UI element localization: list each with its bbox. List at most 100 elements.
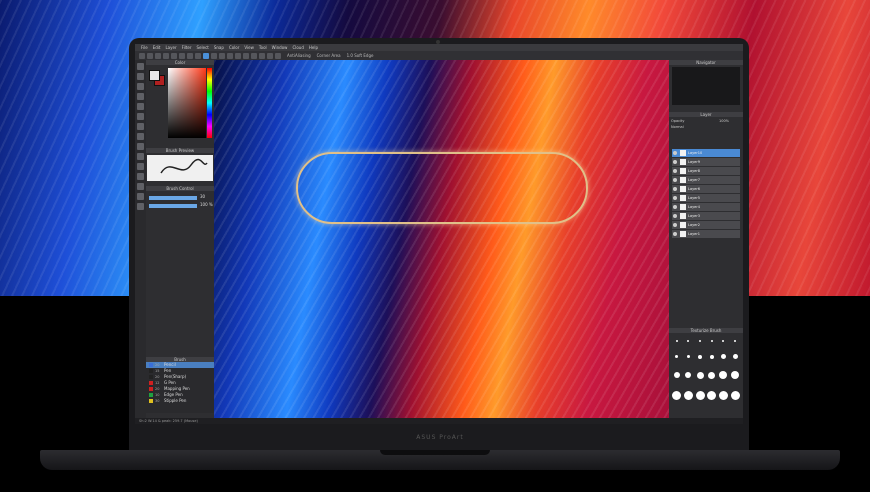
layer-row[interactable]: Layer2: [672, 221, 740, 229]
lasso-tool-icon[interactable]: [137, 73, 144, 80]
brush-tip-icon[interactable]: [734, 340, 737, 342]
brush-tip-icon[interactable]: [675, 340, 678, 342]
brush-tip-icon[interactable]: [675, 355, 679, 358]
eye-icon[interactable]: [673, 151, 677, 155]
hand-tool-icon[interactable]: [137, 203, 144, 210]
open-icon[interactable]: [147, 52, 153, 59]
menu-filter[interactable]: Filter: [182, 44, 192, 51]
eye-icon[interactable]: [673, 196, 677, 200]
brush-tip-icon[interactable]: [732, 354, 738, 359]
hue-slider[interactable]: [207, 68, 212, 138]
drawing-canvas[interactable]: [214, 60, 669, 418]
brush-tip-icon[interactable]: [707, 391, 717, 400]
menu-cloud[interactable]: Cloud: [292, 44, 303, 51]
select-tool-icon[interactable]: [137, 63, 144, 70]
layer-row[interactable]: Layer1: [672, 230, 740, 238]
shape-tool-icon[interactable]: [137, 173, 144, 180]
layer-blend-select[interactable]: Normal: [671, 125, 684, 129]
menu-window[interactable]: Window: [272, 44, 288, 51]
brush-tip-icon[interactable]: [718, 391, 728, 400]
select-eraser-icon[interactable]: [227, 52, 233, 59]
undo-icon[interactable]: [163, 52, 169, 59]
snap-radial-icon[interactable]: [275, 52, 281, 59]
eye-icon[interactable]: [673, 205, 677, 209]
menu-view[interactable]: View: [244, 44, 254, 51]
soft-edge-select[interactable]: 1.0 Soft Edge: [347, 53, 374, 58]
foreground-color-swatch[interactable]: [149, 70, 160, 81]
eye-icon[interactable]: [673, 160, 677, 164]
magic-wand-icon[interactable]: [137, 83, 144, 90]
select-pen-icon[interactable]: [219, 52, 225, 59]
eye-icon[interactable]: [673, 187, 677, 191]
eyedropper-tool-icon[interactable]: [137, 193, 144, 200]
layer-row[interactable]: Layer10: [672, 149, 740, 157]
rotate-tool-icon[interactable]: [137, 123, 144, 130]
menu-snap[interactable]: Snap: [214, 44, 224, 51]
menu-select[interactable]: Select: [197, 44, 209, 51]
brush-opacity-slider[interactable]: [149, 204, 197, 208]
pen-tool-icon[interactable]: [137, 133, 144, 140]
gradient-tool-icon[interactable]: [137, 163, 144, 170]
layer-row[interactable]: Layer6: [672, 185, 740, 193]
eye-icon[interactable]: [673, 223, 677, 227]
redo-icon[interactable]: [171, 52, 177, 59]
brush-tip-icon[interactable]: [687, 340, 690, 342]
corner-area-select[interactable]: Corner Area: [317, 53, 341, 58]
brush-tip-icon[interactable]: [699, 340, 702, 342]
brush-item[interactable]: 30 Stipple Pen: [146, 398, 214, 404]
brush-tip-icon[interactable]: [672, 391, 682, 400]
snap-off-icon[interactable]: [235, 52, 241, 59]
fill-tool-icon[interactable]: [137, 153, 144, 160]
brush-tip-icon[interactable]: [685, 372, 692, 378]
antialiasing-checkbox[interactable]: AntiAliasing: [287, 53, 311, 58]
layer-row[interactable]: Layer4: [672, 203, 740, 211]
menu-file[interactable]: File: [141, 44, 148, 51]
snap-parallel-icon[interactable]: [243, 52, 249, 59]
brush-tip-icon[interactable]: [698, 354, 703, 359]
menu-help[interactable]: Help: [309, 44, 318, 51]
select-lasso-icon[interactable]: [211, 52, 217, 59]
eraser-tool-icon[interactable]: [137, 143, 144, 150]
color-picker-square[interactable]: [168, 68, 206, 138]
navigator-preview[interactable]: [672, 67, 740, 105]
brush-size-slider[interactable]: [149, 196, 197, 200]
copy-icon[interactable]: [187, 52, 193, 59]
move-tool-icon[interactable]: [137, 93, 144, 100]
eye-icon[interactable]: [673, 178, 677, 182]
layer-row[interactable]: Layer5: [672, 194, 740, 202]
eye-icon[interactable]: [673, 214, 677, 218]
crop-tool-icon[interactable]: [137, 113, 144, 120]
layer-row[interactable]: Layer3: [672, 212, 740, 220]
brush-tip-icon[interactable]: [696, 371, 704, 379]
brush-tip-icon[interactable]: [709, 354, 714, 359]
brush-tip-icon[interactable]: [719, 371, 728, 379]
snap-curve-icon[interactable]: [259, 52, 265, 59]
layer-row[interactable]: Layer9: [672, 158, 740, 166]
eye-icon[interactable]: [673, 169, 677, 173]
menu-color[interactable]: Color: [229, 44, 239, 51]
new-file-icon[interactable]: [139, 52, 145, 59]
eye-icon[interactable]: [673, 232, 677, 236]
transform-tool-icon[interactable]: [137, 103, 144, 110]
brush-tip-icon[interactable]: [683, 391, 693, 400]
select-rect-icon[interactable]: [203, 52, 209, 59]
menu-edit[interactable]: Edit: [153, 44, 161, 51]
snap-cross-icon[interactable]: [251, 52, 257, 59]
menu-layer[interactable]: Layer: [165, 44, 176, 51]
text-tool-icon[interactable]: [137, 183, 144, 190]
menu-tool[interactable]: Tool: [259, 44, 267, 51]
brush-tip-icon[interactable]: [720, 354, 726, 359]
brush-tip-icon[interactable]: [686, 355, 690, 358]
layer-row[interactable]: Layer8: [672, 167, 740, 175]
paste-icon[interactable]: [195, 52, 201, 59]
brush-tip-icon[interactable]: [673, 372, 680, 378]
brush-tip-icon[interactable]: [695, 391, 705, 400]
brush-tip-icon[interactable]: [731, 371, 740, 379]
snap-ellipse-icon[interactable]: [267, 52, 273, 59]
brush-tip-icon[interactable]: [722, 340, 725, 342]
brush-tip-icon[interactable]: [730, 391, 740, 400]
brush-tip-icon[interactable]: [708, 371, 716, 379]
brush-tip-icon[interactable]: [710, 340, 713, 342]
cut-icon[interactable]: [179, 52, 185, 59]
save-icon[interactable]: [155, 52, 161, 59]
